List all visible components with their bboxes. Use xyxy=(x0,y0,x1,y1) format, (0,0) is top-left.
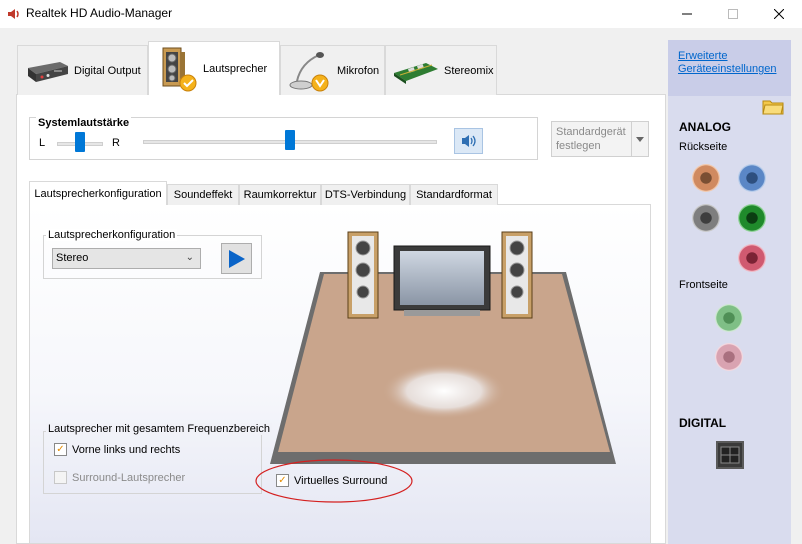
rear-orange-jack-icon[interactable] xyxy=(692,164,720,192)
rear-blue-jack-icon[interactable] xyxy=(738,164,766,192)
window-title: Realtek HD Audio-Manager xyxy=(26,6,173,20)
front-left-right-label: Vorne links und rechts xyxy=(72,444,181,456)
tab-label: Lautsprecher xyxy=(203,62,268,75)
close-icon xyxy=(774,9,784,19)
tab-lautsprecherkonfiguration[interactable]: Lautsprecherkonfiguration xyxy=(29,181,167,205)
tab-digital-output[interactable]: Digital Output xyxy=(17,45,148,95)
digital-heading: DIGITAL xyxy=(679,416,727,430)
speaker-config-value: Stereo xyxy=(56,252,89,264)
rear-label: Rückseite xyxy=(679,141,728,153)
tab-stereomix[interactable]: Stereomix xyxy=(385,45,497,95)
balance-slider-thumb[interactable] xyxy=(75,132,85,152)
tab-label: Digital Output xyxy=(74,64,141,77)
rear-gray-jack-icon[interactable] xyxy=(692,204,720,232)
maximize-button[interactable] xyxy=(710,0,756,28)
stereomix-card-icon xyxy=(394,62,438,84)
balance-left-label: L xyxy=(39,137,46,149)
play-test-button[interactable] xyxy=(221,243,252,274)
right-speaker-icon xyxy=(501,231,533,319)
tab-soundeffekt[interactable]: Soundeffekt xyxy=(167,184,239,205)
advanced-settings-link[interactable]: Erweiterte Geräteeinstellungen xyxy=(678,50,776,76)
tab-mikrofon[interactable]: Mikrofon xyxy=(280,45,385,95)
left-speaker-icon xyxy=(347,231,379,319)
default-device-line1: Standardgerät xyxy=(556,126,626,138)
tab-standardformat[interactable]: Standardformat xyxy=(410,184,498,205)
full-range-title: Lautsprecher mit gesamtem Frequenzbereic… xyxy=(46,423,272,435)
front-pink-jack-icon[interactable] xyxy=(715,343,743,371)
maximize-icon xyxy=(728,9,738,19)
default-device-line2: festlegen xyxy=(556,140,601,152)
room-illustration xyxy=(268,226,620,473)
close-button[interactable] xyxy=(756,0,802,28)
advanced-link-line1: Erweiterte xyxy=(678,50,728,62)
chevron-down-icon xyxy=(631,122,648,156)
front-label: Frontseite xyxy=(679,279,728,291)
advanced-link-line2: Geräteeinstellungen xyxy=(678,63,777,75)
volume-slider-thumb[interactable] xyxy=(285,130,295,150)
chevron-down-icon: ⌄ xyxy=(185,252,194,263)
tab-lautsprecher[interactable]: Lautsprecher xyxy=(148,41,280,95)
full-range-group xyxy=(43,431,262,494)
analog-heading: ANALOG xyxy=(679,120,731,134)
speaker-app-icon xyxy=(6,6,22,22)
rear-pink-jack-icon[interactable] xyxy=(738,244,766,272)
surround-speaker-checkbox[interactable] xyxy=(54,471,67,484)
digital-port-icon[interactable] xyxy=(716,441,744,469)
red-ellipse-annotation xyxy=(252,456,416,509)
surround-speaker-label: Surround-Lautsprecher xyxy=(72,472,186,484)
balance-right-label: R xyxy=(112,137,120,149)
play-icon xyxy=(228,249,245,268)
rear-green-jack-icon[interactable] xyxy=(738,204,766,232)
front-left-right-checkbox[interactable]: ✓ xyxy=(54,443,67,456)
digital-output-icon xyxy=(28,61,68,82)
tab-label: Mikrofon xyxy=(337,64,380,77)
set-default-device-dropdown[interactable]: Standardgerät festlegen xyxy=(551,121,649,157)
tab-dts-verbindung[interactable]: DTS-Verbindung xyxy=(321,184,410,205)
speaker-icon xyxy=(162,47,197,91)
tab-raumkorrektur[interactable]: Raumkorrektur xyxy=(239,184,321,205)
speaker-config-title: Lautsprecherkonfiguration xyxy=(46,229,178,241)
minimize-button[interactable] xyxy=(664,0,710,28)
speaker-volume-icon xyxy=(461,135,476,147)
mute-button[interactable] xyxy=(454,128,483,154)
speaker-config-select[interactable]: Stereo ⌄ xyxy=(52,248,201,269)
folder-icon[interactable] xyxy=(762,97,784,118)
tab-label: Stereomix xyxy=(444,64,494,77)
minimize-icon xyxy=(682,13,692,15)
monitor-icon xyxy=(393,245,491,316)
microphone-icon xyxy=(289,51,329,91)
volume-title: Systemlautstärke xyxy=(36,117,132,129)
front-green-jack-icon[interactable] xyxy=(715,304,743,332)
